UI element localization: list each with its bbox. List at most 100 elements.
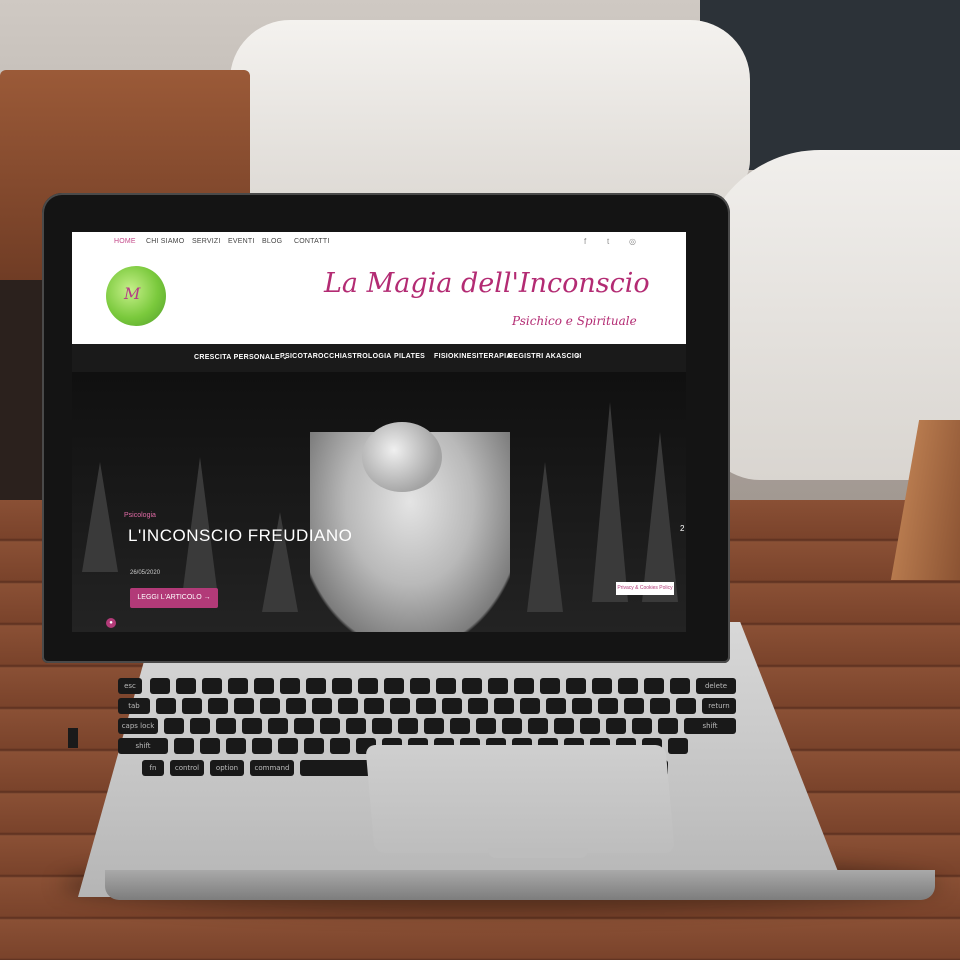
key[interactable]	[624, 698, 644, 714]
key[interactable]	[242, 718, 262, 734]
read-article-button[interactable]: LEGGI L'ARTICOLO →	[130, 588, 218, 608]
key[interactable]	[606, 718, 626, 734]
key[interactable]	[150, 678, 170, 694]
key[interactable]	[632, 718, 652, 734]
key[interactable]	[364, 698, 384, 714]
menu-crescita-personale[interactable]: CRESCITA PERSONALE ⌄	[194, 353, 288, 361]
facebook-icon[interactable]: f	[584, 237, 586, 246]
menu-pilates[interactable]: PILATES	[394, 353, 425, 360]
key[interactable]	[566, 678, 586, 694]
key[interactable]	[476, 718, 496, 734]
key[interactable]	[200, 738, 220, 754]
key[interactable]	[528, 718, 548, 734]
key[interactable]	[390, 698, 410, 714]
search-icon[interactable]: ⌕	[576, 353, 580, 361]
key-option-left[interactable]: option	[210, 760, 244, 776]
key[interactable]	[546, 698, 566, 714]
menu-registri-akascici[interactable]: REGISTRI AKASCICI	[508, 353, 582, 360]
key[interactable]	[226, 738, 246, 754]
key[interactable]	[268, 718, 288, 734]
key-shift-left[interactable]: shift	[118, 738, 168, 754]
menu-fisiokinesiterapia[interactable]: FISIOKINESITERAPIA	[434, 353, 512, 360]
key[interactable]	[410, 678, 430, 694]
key[interactable]	[286, 698, 306, 714]
key[interactable]	[436, 678, 456, 694]
key[interactable]	[372, 718, 392, 734]
key-esc[interactable]: esc	[118, 678, 142, 694]
key[interactable]	[668, 738, 688, 754]
key-delete[interactable]: delete	[696, 678, 736, 694]
key[interactable]	[182, 698, 202, 714]
key[interactable]	[398, 718, 418, 734]
key[interactable]	[442, 698, 462, 714]
key[interactable]	[330, 738, 350, 754]
cookie-policy-button[interactable]: Privacy & Cookies Policy	[616, 582, 674, 595]
key[interactable]	[650, 698, 670, 714]
key-shift-right[interactable]: shift	[684, 718, 736, 734]
twitter-icon[interactable]: t	[607, 237, 609, 246]
key[interactable]	[494, 698, 514, 714]
key[interactable]	[670, 678, 690, 694]
key[interactable]	[306, 678, 326, 694]
key[interactable]	[234, 698, 254, 714]
key[interactable]	[488, 678, 508, 694]
key[interactable]	[346, 718, 366, 734]
key-caps-lock[interactable]: caps lock	[118, 718, 158, 734]
cookie-settings-icon[interactable]: ●	[106, 618, 116, 628]
site-title[interactable]: La Magia dell'Inconscio	[324, 268, 650, 299]
key[interactable]	[260, 698, 280, 714]
key[interactable]	[332, 678, 352, 694]
nav-blog[interactable]: BLOG	[262, 238, 282, 245]
nav-eventi[interactable]: EVENTI	[228, 238, 254, 245]
key[interactable]	[164, 718, 184, 734]
key[interactable]	[416, 698, 436, 714]
hero-title[interactable]: L'INCONSCIO FREUDIANO	[128, 526, 352, 546]
key[interactable]	[252, 738, 272, 754]
key[interactable]	[424, 718, 444, 734]
key-command-left[interactable]: command	[250, 760, 294, 776]
menu-psicotarocchi[interactable]: PSICOTAROCCHI	[280, 353, 342, 360]
key[interactable]	[294, 718, 314, 734]
key-control[interactable]: control	[170, 760, 204, 776]
menu-astrologia[interactable]: ASTROLOGIA	[342, 353, 392, 360]
key-tab[interactable]: tab	[118, 698, 150, 714]
key[interactable]	[208, 698, 228, 714]
key[interactable]	[280, 678, 300, 694]
nav-chi-siamo[interactable]: CHI SIAMO	[146, 238, 184, 245]
key[interactable]	[468, 698, 488, 714]
key[interactable]	[592, 678, 612, 694]
instagram-icon[interactable]: ◎	[629, 237, 636, 246]
key[interactable]	[320, 718, 340, 734]
key[interactable]	[190, 718, 210, 734]
trackpad[interactable]	[365, 745, 675, 853]
key[interactable]	[358, 678, 378, 694]
key[interactable]	[450, 718, 470, 734]
key[interactable]	[312, 698, 332, 714]
category-label[interactable]: Psicologia	[124, 512, 156, 519]
key-fn[interactable]: fn	[142, 760, 164, 776]
key[interactable]	[502, 718, 522, 734]
key[interactable]	[554, 718, 574, 734]
key[interactable]	[304, 738, 324, 754]
key[interactable]	[228, 678, 248, 694]
slide-indicator[interactable]: 2	[680, 524, 684, 533]
nav-contatti[interactable]: CONTATTI	[294, 238, 330, 245]
key[interactable]	[156, 698, 176, 714]
key[interactable]	[676, 698, 696, 714]
key[interactable]	[514, 678, 534, 694]
key[interactable]	[202, 678, 222, 694]
key[interactable]	[384, 678, 404, 694]
key[interactable]	[572, 698, 592, 714]
key[interactable]	[174, 738, 194, 754]
key[interactable]	[618, 678, 638, 694]
nav-servizi[interactable]: SERVIZI	[192, 238, 221, 245]
key[interactable]	[540, 678, 560, 694]
key[interactable]	[462, 678, 482, 694]
key-return[interactable]: return	[702, 698, 736, 714]
key[interactable]	[520, 698, 540, 714]
key[interactable]	[176, 678, 196, 694]
nav-home[interactable]: HOME	[114, 238, 136, 245]
key[interactable]	[254, 678, 274, 694]
key[interactable]	[644, 678, 664, 694]
key[interactable]	[338, 698, 358, 714]
